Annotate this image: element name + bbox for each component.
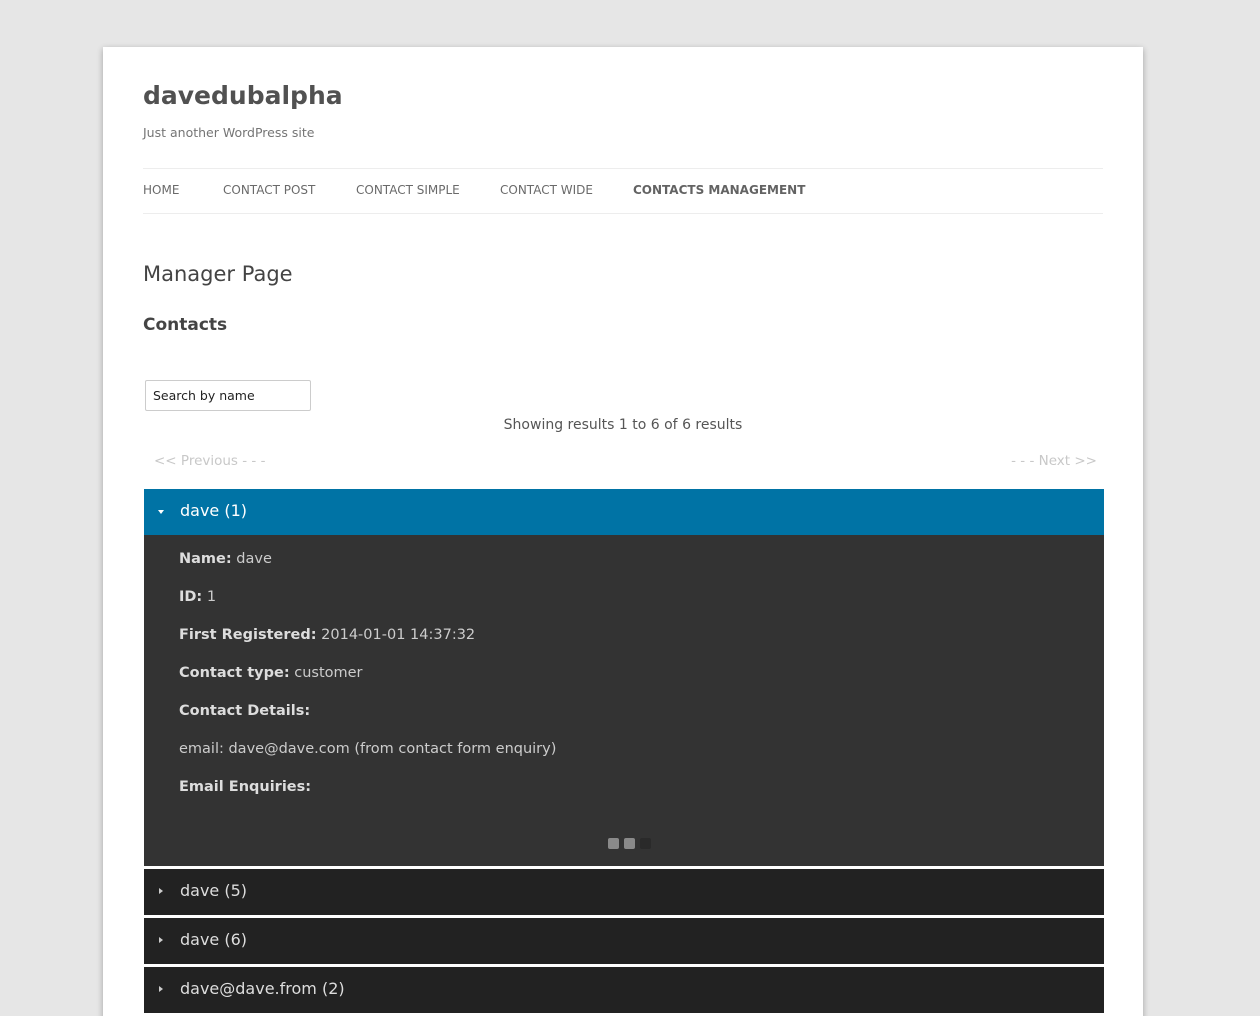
caret-right-icon — [159, 888, 163, 894]
previous-page-link[interactable]: << Previous - - - — [154, 453, 265, 469]
field-value: 2014-01-01 14:37:32 — [316, 627, 476, 643]
loading-dot — [624, 838, 635, 849]
search-input[interactable] — [145, 380, 311, 411]
accordion-header-label: dave (5) — [180, 881, 248, 900]
page-container: davedubalpha Just another WordPress site… — [103, 47, 1143, 1016]
site-description: Just another WordPress site — [143, 125, 315, 140]
loading-dot — [640, 838, 651, 849]
field-label: Contact type: — [179, 665, 290, 681]
next-page-link[interactable]: - - - Next >> — [1011, 453, 1097, 469]
contact-registered-field: First Registered: 2014-01-01 14:37:32 — [179, 627, 475, 643]
accordion-header-label: dave@dave.from (2) — [180, 979, 345, 998]
field-label: Email Enquiries: — [179, 779, 312, 795]
nav-item-home[interactable]: HOME — [143, 183, 179, 197]
results-summary: Showing results 1 to 6 of 6 results — [503, 417, 743, 433]
site-title[interactable]: davedubalpha — [143, 81, 343, 110]
accordion-header-label: dave (6) — [180, 930, 248, 949]
field-value: customer — [289, 665, 363, 681]
nav-item-contact-post[interactable]: CONTACT POST — [223, 183, 315, 197]
field-label: ID: — [179, 589, 203, 605]
field-value: 1 — [202, 589, 217, 605]
nav-item-contact-simple[interactable]: CONTACT SIMPLE — [356, 183, 460, 197]
accordion-header-contact-5[interactable]: dave (5) — [144, 869, 1104, 915]
contact-details-heading: Contact Details: — [179, 703, 310, 719]
nav-item-contact-wide[interactable]: CONTACT WIDE — [500, 183, 593, 197]
caret-down-icon — [158, 510, 164, 514]
main-navigation: HOME CONTACT POST CONTACT SIMPLE CONTACT… — [143, 168, 1103, 214]
contact-email-line: email: dave@dave.com (from contact form … — [179, 741, 557, 757]
field-label: Contact Details: — [179, 703, 311, 719]
accordion-header-label: dave (1) — [180, 501, 248, 520]
email-enquiries-heading: Email Enquiries: — [179, 779, 311, 795]
accordion-header-contact-2[interactable]: dave@dave.from (2) — [144, 967, 1104, 1013]
contacts-accordion: dave (1) Name: dave ID: 1 First Register… — [144, 489, 1104, 1013]
contact-name-field: Name: dave — [179, 551, 272, 567]
caret-right-icon — [159, 986, 163, 992]
loading-indicator — [608, 838, 651, 849]
field-label: First Registered: — [179, 627, 317, 643]
page-title: Manager Page — [143, 262, 293, 286]
loading-dot — [608, 838, 619, 849]
field-label: Name: — [179, 551, 232, 567]
accordion-header-contact-1[interactable]: dave (1) — [144, 489, 1104, 535]
contact-type-field: Contact type: customer — [179, 665, 363, 681]
section-title: Contacts — [143, 315, 228, 335]
contact-id-field: ID: 1 — [179, 589, 216, 605]
field-value: dave — [231, 551, 272, 567]
caret-right-icon — [159, 937, 163, 943]
nav-item-contacts-management[interactable]: CONTACTS MANAGEMENT — [633, 183, 805, 197]
accordion-panel-contact-1: Name: dave ID: 1 First Registered: 2014-… — [144, 535, 1104, 866]
accordion-header-contact-6[interactable]: dave (6) — [144, 918, 1104, 964]
